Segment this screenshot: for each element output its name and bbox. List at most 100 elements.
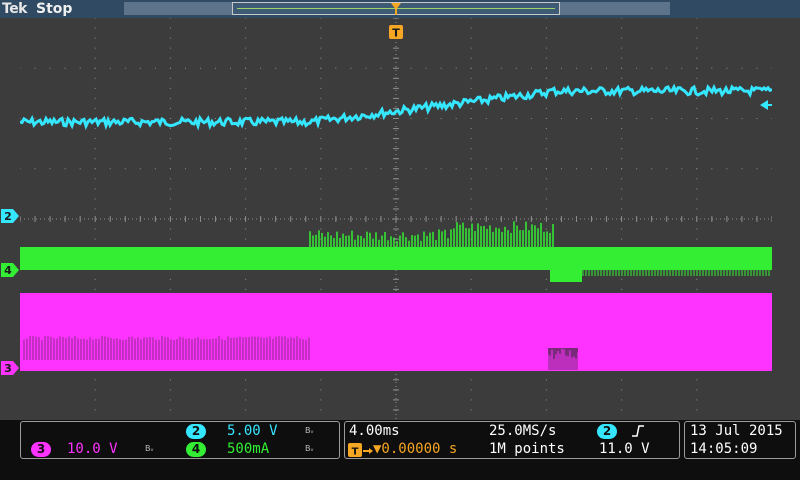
grid-dot	[169, 238, 171, 240]
grid-dot	[515, 168, 517, 170]
grid-dot	[169, 97, 171, 99]
grid-dot	[470, 409, 472, 411]
time-readout: 14:05:09	[690, 441, 758, 457]
grid-dot	[380, 118, 382, 119]
grid-dot	[545, 399, 547, 401]
grid-dot	[621, 67, 623, 69]
grid-dot	[696, 148, 698, 150]
grid-dot	[530, 67, 532, 69]
grid-dot	[245, 18, 247, 19]
ch3-trace-band	[20, 293, 772, 371]
grid-dot	[485, 118, 487, 119]
ch3-ground-marker[interactable]: 3	[1, 361, 19, 375]
grid-dot	[94, 138, 96, 140]
grid-dot	[94, 57, 96, 59]
grid-dot	[94, 198, 96, 200]
grid-dot	[696, 198, 698, 200]
grid-dot	[169, 198, 171, 200]
trigger-level: 11.0 V	[599, 441, 650, 457]
grid-dot	[320, 409, 322, 411]
ch2-ground-marker[interactable]: 2	[1, 209, 19, 223]
grid-dot	[320, 389, 322, 391]
grid-dot	[94, 379, 96, 381]
ch3-badge: 3	[31, 442, 51, 457]
grid-dot	[34, 118, 36, 119]
grid-dot	[245, 178, 247, 180]
grid-dot	[425, 67, 427, 69]
grid-dot	[245, 389, 247, 391]
grid-dot	[410, 118, 412, 119]
grid-dot	[756, 168, 758, 170]
grid-dot	[139, 67, 141, 69]
grid-dot	[470, 128, 472, 130]
grid-dot	[365, 67, 367, 69]
grid-dot	[621, 148, 623, 150]
horizontal-readout-panel[interactable]: 4.00ms 25.0MS/s T ▼0.00000 s 1M points 2…	[344, 421, 680, 459]
grid-dot	[94, 238, 96, 240]
grid-dot	[139, 168, 141, 170]
grid-dot	[154, 67, 156, 69]
grid-dot	[94, 399, 96, 401]
grid-dot	[365, 168, 367, 170]
trigger-position-icon[interactable]	[389, 1, 403, 17]
waveform-display[interactable]	[20, 18, 772, 420]
grid-dot	[320, 238, 322, 240]
grid-dot	[94, 278, 96, 280]
grid-dot	[741, 118, 743, 119]
grid-dot	[515, 118, 517, 119]
grid-dot	[169, 37, 171, 39]
grid-dot	[94, 188, 96, 190]
grid-dot	[696, 97, 698, 99]
grid-dot	[245, 27, 247, 29]
grid-dot	[305, 67, 307, 69]
ch4-ground-marker[interactable]: 4	[1, 263, 19, 277]
datetime-panel[interactable]: 13 Jul 2015 14:05:09	[684, 421, 796, 459]
grid-dot	[470, 389, 472, 391]
grid-dot	[169, 228, 171, 230]
grid-dot	[94, 47, 96, 49]
grid-dot	[124, 67, 126, 69]
grid-dot	[320, 168, 322, 170]
grid-dot	[696, 118, 698, 119]
date-readout: 13 Jul 2015	[690, 423, 783, 439]
grid-dot	[621, 238, 623, 240]
grid-dot	[696, 77, 698, 79]
trigger-level-marker[interactable]	[760, 100, 772, 110]
grid-dot	[94, 288, 96, 290]
grid-dot	[606, 118, 608, 119]
grid-dot	[320, 27, 322, 29]
grid-dot	[320, 18, 322, 19]
trigger-marker-top[interactable]: T	[388, 24, 404, 40]
grid-dot	[545, 168, 547, 170]
grid-dot	[199, 168, 201, 170]
grid-dot	[169, 87, 171, 89]
grid-dot	[169, 409, 171, 411]
grid-dot	[320, 87, 322, 89]
grid-dot	[245, 288, 247, 290]
grid-dot	[470, 158, 472, 160]
grid-dot	[320, 57, 322, 59]
grid-dot	[109, 168, 111, 170]
grid-dot	[169, 128, 171, 130]
grid-dot	[545, 118, 547, 119]
grid-dot	[621, 288, 623, 290]
grid-dot	[245, 168, 247, 170]
grid-dot	[94, 389, 96, 391]
grid-dot	[545, 87, 547, 89]
grid-dot	[606, 67, 608, 69]
grid-dot	[470, 107, 472, 109]
grid-dot	[621, 97, 623, 99]
grid-dot	[320, 178, 322, 180]
grid-dot	[335, 168, 337, 170]
vertical-readout-panel[interactable]: 2 5.00 V Bᵥ 3 10.0 V Bᵥ 4 500mA Bᵥ	[20, 421, 340, 459]
grid-dot	[169, 77, 171, 79]
grid-dot	[545, 27, 547, 29]
grid-dot	[79, 67, 81, 69]
grid-dot	[621, 379, 623, 381]
grid-dot	[94, 409, 96, 411]
acquisition-state: Stop	[36, 1, 73, 17]
grid-dot	[20, 168, 21, 170]
grid-dot	[275, 67, 277, 69]
grid-dot	[245, 77, 247, 79]
grid-dot	[275, 168, 277, 170]
